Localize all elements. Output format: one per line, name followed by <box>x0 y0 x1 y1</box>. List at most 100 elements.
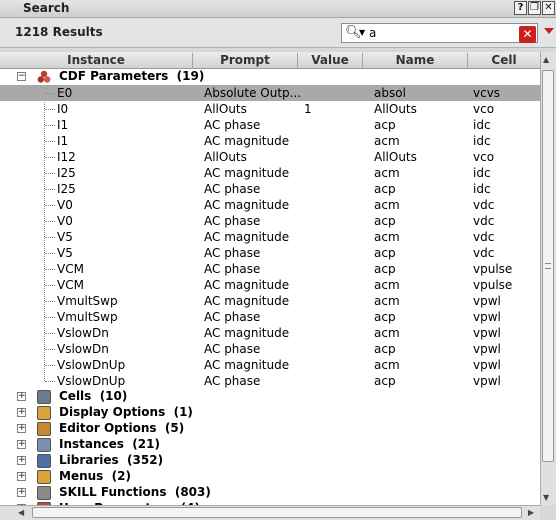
cell-name: acp <box>374 214 396 228</box>
cell-name: acm <box>374 326 400 340</box>
expand-toggle-icon[interactable]: + <box>17 488 26 497</box>
cell-cell: vpwl <box>473 310 501 324</box>
cell-instance: V0 <box>57 198 73 212</box>
cell-prompt: AC magnitude <box>204 166 290 180</box>
cell-cell: idc <box>473 118 491 132</box>
cell-name: acm <box>374 166 400 180</box>
cell-name: acm <box>374 278 400 292</box>
table-row[interactable]: I25 AC phase acp idc <box>0 181 540 197</box>
scroll-down-icon[interactable]: ▼ <box>543 493 549 502</box>
table-row[interactable]: VCM AC magnitude acm vpulse <box>0 277 540 293</box>
tree-connector <box>45 269 55 270</box>
collapse-toggle-icon[interactable]: − <box>17 72 26 81</box>
tree-connector <box>45 157 55 158</box>
group-editor-options[interactable]: + Editor Options (5) <box>0 421 540 437</box>
cell-name: acm <box>374 134 400 148</box>
scroll-right-icon[interactable]: ▶ <box>528 508 534 517</box>
tree-connector <box>45 189 55 190</box>
cell-cell: idc <box>473 166 491 180</box>
cell-prompt: AC phase <box>204 262 261 276</box>
search-options-icon[interactable] <box>544 28 554 34</box>
tree-connector <box>45 253 55 254</box>
detach-button[interactable]: ❐ <box>528 1 541 15</box>
expand-toggle-icon[interactable]: + <box>17 392 26 401</box>
table-row[interactable]: VmultSwp AC magnitude acm vpwl <box>0 293 540 309</box>
table-row[interactable]: VCM AC phase acp vpulse <box>0 261 540 277</box>
table-row[interactable]: V0 AC magnitude acm vdc <box>0 197 540 213</box>
cell-name: acm <box>374 294 400 308</box>
table-row[interactable]: V5 AC magnitude acm vdc <box>0 229 540 245</box>
cell-instance: I0 <box>57 102 69 116</box>
group-cdf-parameters[interactable]: − CDF Parameters (19) <box>0 69 540 85</box>
grip-icon <box>545 263 551 269</box>
cell-name: acp <box>374 118 396 132</box>
scroll-left-icon[interactable]: ◀ <box>18 508 24 517</box>
cell-cell: vdc <box>473 230 495 244</box>
scroll-up-icon[interactable]: ▲ <box>543 55 549 64</box>
table-row[interactable]: VslowDnUp AC phase acp vpwl <box>0 373 540 389</box>
cell-cell: vco <box>473 150 495 164</box>
cell-cell: vpulse <box>473 278 513 292</box>
cell-name: acp <box>374 342 396 356</box>
close-button[interactable]: ✕ <box>542 1 555 15</box>
table-row[interactable]: VslowDn AC phase acp vpwl <box>0 341 540 357</box>
group-display-options[interactable]: + Display Options (1) <box>0 405 540 421</box>
group-label: SKILL Functions (803) <box>59 485 211 499</box>
group-skill-functions[interactable]: + SKILL Functions (803) <box>0 485 540 501</box>
tree-connector <box>45 333 55 334</box>
expand-toggle-icon[interactable]: + <box>17 456 26 465</box>
table-row[interactable]: I1 AC magnitude acm idc <box>0 133 540 149</box>
search-input[interactable]: 🔍︎ ▼ a <box>341 23 538 43</box>
cell-prompt: AC phase <box>204 182 261 196</box>
cell-instance: I25 <box>57 182 76 196</box>
tree-connector <box>45 301 55 302</box>
group-libraries[interactable]: + Libraries (352) <box>0 453 540 469</box>
table-row[interactable]: VslowDnUp AC magnitude acm vpwl <box>0 357 540 373</box>
column-prompt[interactable]: Prompt <box>193 53 298 69</box>
cell-cell: vpulse <box>473 262 513 276</box>
search-value[interactable]: a <box>369 26 376 40</box>
table-row[interactable]: I0 AllOuts 1 AllOuts vco <box>0 101 540 117</box>
table-row[interactable]: V5 AC phase acp vdc <box>0 245 540 261</box>
cell-prompt: AC phase <box>204 310 261 324</box>
cell-instance: I1 <box>57 134 69 148</box>
column-cell[interactable]: Cell <box>468 53 540 69</box>
column-instance[interactable]: Instance <box>0 53 193 69</box>
table-row[interactable]: V0 AC phase acp vdc <box>0 213 540 229</box>
expand-toggle-icon[interactable]: + <box>17 472 26 481</box>
cell-cell: vdc <box>473 246 495 260</box>
cells-icon <box>37 390 51 404</box>
group-menus[interactable]: + Menus (2) <box>0 469 540 485</box>
skill-functions-icon <box>37 486 51 500</box>
table-row[interactable]: VslowDn AC magnitude acm vpwl <box>0 325 540 341</box>
table-row[interactable]: VmultSwp AC phase acp vpwl <box>0 309 540 325</box>
table-row[interactable]: I12 AllOuts AllOuts vco <box>0 149 540 165</box>
table-row[interactable]: E0 Absolute Outp... absol vcvs <box>0 85 540 101</box>
toolbar: 1218 Results 🔍︎ ▼ a ✕ <box>0 18 556 48</box>
cell-prompt: Absolute Outp... <box>204 86 302 100</box>
clear-search-button[interactable]: ✕ <box>519 26 536 43</box>
cell-instance: VslowDnUp <box>57 374 126 388</box>
tree-connector <box>45 93 55 94</box>
expand-toggle-icon[interactable]: + <box>17 424 26 433</box>
cell-prompt: AC phase <box>204 118 261 132</box>
column-header: Instance Prompt Value Name Cell <box>0 52 540 69</box>
expand-toggle-icon[interactable]: + <box>17 440 26 449</box>
column-name[interactable]: Name <box>363 53 468 69</box>
group-label: Editor Options (5) <box>59 421 185 435</box>
table-row[interactable]: I25 AC magnitude acm idc <box>0 165 540 181</box>
horizontal-scroll-thumb[interactable] <box>32 507 522 518</box>
tree-connector <box>45 125 55 126</box>
cell-name: absol <box>374 86 406 100</box>
help-button[interactable]: ? <box>514 1 527 15</box>
cell-prompt: AC magnitude <box>204 278 290 292</box>
cell-name: acm <box>374 198 400 212</box>
table-row[interactable]: I1 AC phase acp idc <box>0 117 540 133</box>
group-cells[interactable]: + Cells (10) <box>0 389 540 405</box>
cell-name: acm <box>374 230 400 244</box>
expand-toggle-icon[interactable]: + <box>17 408 26 417</box>
cell-instance: V5 <box>57 230 73 244</box>
column-value[interactable]: Value <box>298 53 363 69</box>
chevron-down-icon[interactable]: ▼ <box>359 28 365 37</box>
group-instances[interactable]: + Instances (21) <box>0 437 540 453</box>
